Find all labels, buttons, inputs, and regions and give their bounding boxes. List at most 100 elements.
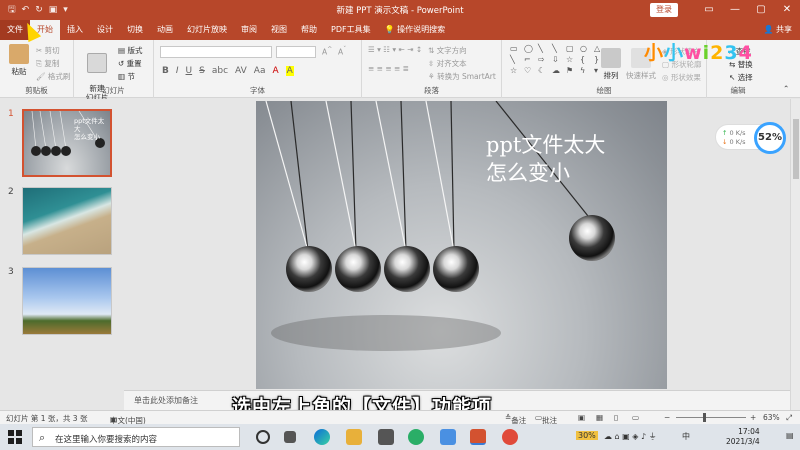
collapse-ribbon-icon[interactable]: ⌃ bbox=[783, 84, 789, 93]
ribbon-display-icon[interactable]: ▭ bbox=[696, 0, 722, 20]
battery-indicator[interactable]: 30% bbox=[576, 431, 598, 440]
underline-button[interactable]: U bbox=[186, 66, 193, 76]
normal-view-icon[interactable]: ▣ bbox=[578, 413, 585, 422]
brace-shape-icon[interactable]: { bbox=[580, 55, 590, 64]
star-shape-icon[interactable]: ☆ bbox=[566, 55, 576, 64]
reset-button[interactable]: ↺ 重置 bbox=[118, 58, 142, 69]
app2-icon[interactable] bbox=[502, 429, 518, 445]
format-painter-button[interactable]: 🖌 格式刷 bbox=[36, 71, 70, 82]
tab-slideshow[interactable]: 幻灯片放映 bbox=[180, 20, 234, 40]
moon-shape-icon[interactable]: ☾ bbox=[538, 66, 548, 75]
fit-slide-icon[interactable]: ⤢ bbox=[786, 413, 792, 423]
cut-button[interactable]: ✂ 剪切 bbox=[36, 45, 60, 56]
tab-view[interactable]: 视图 bbox=[264, 20, 294, 40]
grow-font-icon[interactable]: A^ bbox=[322, 46, 332, 57]
close-button[interactable]: ✕ bbox=[774, 0, 800, 20]
copy-button[interactable]: ⎘ 复制 bbox=[36, 58, 59, 69]
bold-button[interactable]: B bbox=[162, 66, 169, 76]
login-button[interactable]: 登录 bbox=[650, 3, 678, 17]
text-direction-button[interactable]: ⇅ 文字方向 bbox=[428, 45, 467, 56]
layout-button[interactable]: ▤ 版式 bbox=[118, 45, 142, 56]
save-icon[interactable]: 🖫 bbox=[8, 2, 16, 18]
paste-button[interactable]: 粘贴 bbox=[6, 44, 32, 77]
file-explorer-icon[interactable] bbox=[346, 429, 362, 445]
shape-effects-button[interactable]: ◎ 形状效果 bbox=[662, 72, 701, 83]
tab-transitions[interactable]: 切换 bbox=[120, 20, 150, 40]
scrollbar-thumb[interactable] bbox=[793, 119, 799, 179]
strikethrough-button[interactable]: S bbox=[199, 66, 205, 76]
star2-shape-icon[interactable]: ☆ bbox=[510, 66, 520, 75]
zoom-slider[interactable] bbox=[676, 417, 746, 418]
align-text-button[interactable]: ⇳ 对齐文本 bbox=[428, 58, 467, 69]
tab-pdf-tools[interactable]: PDF工具集 bbox=[324, 20, 378, 40]
undo-icon[interactable]: ↶ bbox=[22, 5, 30, 15]
redo-icon[interactable]: ↻ bbox=[35, 5, 43, 15]
tab-design[interactable]: 设计 bbox=[90, 20, 120, 40]
arrange-button[interactable]: 排列 bbox=[598, 48, 624, 81]
current-slide[interactable]: ppt文件太大 怎么变小 bbox=[256, 101, 667, 389]
taskbar-search[interactable]: ⌕ 在这里输入你要搜索的内容 bbox=[32, 427, 240, 447]
slide-sorter-icon[interactable]: ▦ bbox=[596, 413, 603, 422]
highlight-button[interactable]: A bbox=[285, 66, 294, 76]
line3-shape-icon[interactable]: ╲ bbox=[510, 55, 520, 64]
shadow-text-button[interactable]: abc bbox=[212, 66, 228, 76]
start-presentation-icon[interactable]: ▣ bbox=[49, 5, 58, 15]
edge-icon[interactable] bbox=[314, 429, 330, 445]
shapes-gallery[interactable]: ▭ ◯ ╲ ╲ ▢ ○ △ ╲ ⌐ ⇨ ⇩ ☆{} ☆ ♡ ☾ ☁ ⚑ ϟ ▾ bbox=[510, 44, 604, 75]
circle-shape-icon[interactable]: ○ bbox=[580, 44, 590, 53]
tab-insert[interactable]: 插入 bbox=[60, 20, 90, 40]
tab-review[interactable]: 审阅 bbox=[234, 20, 264, 40]
arrow-shape-icon[interactable]: ⇨ bbox=[538, 55, 548, 64]
select-button[interactable]: ↖ 选择 bbox=[729, 72, 753, 83]
cloud-shape-icon[interactable]: ☁ bbox=[552, 66, 562, 75]
share-button[interactable]: 👤 共享 bbox=[763, 20, 792, 40]
comments-toggle[interactable]: ▭ 批注 bbox=[535, 413, 557, 425]
customize-toolbar-icon[interactable]: ▾ bbox=[63, 5, 68, 15]
vertical-scrollbar[interactable] bbox=[790, 99, 800, 410]
mail-icon[interactable] bbox=[378, 429, 394, 445]
tab-animations[interactable]: 动画 bbox=[150, 20, 180, 40]
ellipse-shape-icon[interactable]: ◯ bbox=[524, 44, 534, 53]
minimize-button[interactable]: — bbox=[722, 0, 748, 20]
tell-me-search[interactable]: 💡 操作说明搜索 bbox=[378, 20, 453, 40]
connector-shape-icon[interactable]: ⌐ bbox=[524, 55, 534, 64]
zoom-in-button[interactable]: + bbox=[750, 413, 756, 422]
rect-shape-icon[interactable]: ▭ bbox=[510, 44, 520, 53]
slide-thumbnail-3[interactable] bbox=[22, 267, 112, 335]
char-spacing-button[interactable]: AV bbox=[235, 66, 247, 76]
tray-icons[interactable]: ☁ ⌂ ▣ ◈ ♪ ⏚ bbox=[604, 431, 657, 442]
app-icon[interactable] bbox=[440, 429, 456, 445]
align-icons[interactable]: ≡ ≡ ≡ ≡ ≣ bbox=[368, 64, 409, 73]
arrow2-shape-icon[interactable]: ⇩ bbox=[552, 55, 562, 64]
tab-help[interactable]: 帮助 bbox=[294, 20, 324, 40]
taskbar-clock[interactable]: 17:04 2021/3/4 bbox=[726, 427, 760, 447]
rect2-shape-icon[interactable]: ▢ bbox=[566, 44, 576, 53]
heart-shape-icon[interactable]: ♡ bbox=[524, 66, 534, 75]
shrink-font-icon[interactable]: Aˇ bbox=[338, 46, 346, 57]
cortana-icon[interactable] bbox=[256, 430, 270, 444]
section-button[interactable]: ▥ 节 bbox=[118, 71, 135, 82]
font-size-combo[interactable] bbox=[276, 46, 316, 58]
bullets-icon[interactable]: ☰ ▾ ☷ ▾ ⇤ ⇥ ↕ bbox=[368, 45, 422, 54]
notes-toggle[interactable]: ≙ 备注 bbox=[505, 413, 526, 425]
flag-shape-icon[interactable]: ⚑ bbox=[566, 66, 576, 75]
restore-button[interactable]: ▢ bbox=[748, 0, 774, 20]
change-case-button[interactable]: Aa bbox=[254, 66, 266, 76]
ime-indicator[interactable]: 中 bbox=[682, 431, 690, 442]
smartart-button[interactable]: ⚘ 转换为 SmartArt bbox=[428, 71, 496, 82]
zoom-slider-knob[interactable] bbox=[703, 413, 706, 422]
italic-button[interactable]: I bbox=[176, 66, 179, 76]
slide-title[interactable]: ppt文件太大 怎么变小 bbox=[486, 131, 605, 187]
zoom-level[interactable]: 63% bbox=[763, 413, 780, 422]
font-color-button[interactable]: A bbox=[272, 66, 278, 76]
line-shape-icon[interactable]: ╲ bbox=[538, 44, 548, 53]
task-view-icon[interactable] bbox=[284, 431, 296, 443]
powerpoint-taskbar-icon[interactable] bbox=[470, 429, 486, 445]
slide-thumbnail-2[interactable] bbox=[22, 187, 112, 255]
font-name-combo[interactable] bbox=[160, 46, 272, 58]
bolt-shape-icon[interactable]: ϟ bbox=[580, 66, 590, 75]
notification-icon[interactable]: ▤ bbox=[786, 431, 794, 440]
line2-shape-icon[interactable]: ╲ bbox=[552, 44, 562, 53]
slide-thumbnail-1[interactable]: ppt文件太大 怎么变小 bbox=[22, 109, 112, 177]
zoom-out-button[interactable]: − bbox=[664, 413, 670, 422]
